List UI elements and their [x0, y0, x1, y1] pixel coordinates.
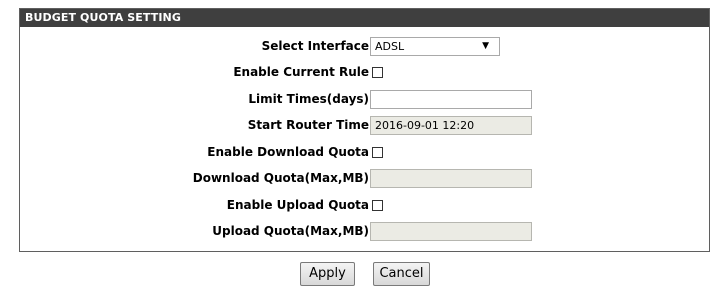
enable-download-quota-checkbox[interactable]	[372, 146, 383, 158]
panel-title: BUDGET QUOTA SETTING	[20, 9, 709, 27]
select-interface-label: Select Interface :	[261, 39, 378, 53]
interface-select-value: ADSL	[375, 39, 405, 53]
start-router-time-field: 2016-09-01 12:20	[370, 115, 532, 135]
download-quota-label: Download Quota(Max,MB) :	[192, 171, 378, 185]
interface-select[interactable]: ADSL ▼	[370, 36, 500, 56]
row-limit-times: Limit Times(days) :	[20, 86, 709, 112]
limit-times-input[interactable]	[370, 89, 532, 109]
row-enable-current-rule: Enable Current Rule :	[20, 59, 709, 85]
limit-times-label: Limit Times(days) :	[248, 92, 378, 106]
budget-quota-panel: BUDGET QUOTA SETTING Select Interface : …	[19, 8, 710, 252]
row-download-quota: Download Quota(Max,MB) :	[20, 165, 709, 191]
chevron-down-icon: ▼	[482, 40, 489, 51]
start-router-time-label: Start Router Time :	[247, 118, 378, 132]
enable-current-rule-label: Enable Current Rule :	[233, 65, 378, 79]
action-buttons: Apply Cancel	[0, 262, 721, 287]
enable-upload-quota-checkbox[interactable]	[372, 199, 383, 211]
row-upload-quota: Upload Quota(Max,MB) :	[20, 218, 709, 244]
row-select-interface: Select Interface : ADSL ▼	[20, 33, 709, 59]
enable-current-rule-checkbox[interactable]	[372, 66, 383, 78]
enable-download-quota-label: Enable Download Quota :	[207, 145, 378, 159]
cancel-button[interactable]: Cancel	[373, 262, 430, 286]
upload-quota-label: Upload Quota(Max,MB) :	[212, 224, 378, 238]
row-enable-upload-quota: Enable Upload Quota :	[20, 192, 709, 218]
row-enable-download-quota: Enable Download Quota :	[20, 139, 709, 165]
row-start-router-time: Start Router Time : 2016-09-01 12:20	[20, 112, 709, 138]
upload-quota-input[interactable]	[370, 221, 532, 241]
download-quota-input[interactable]	[370, 168, 532, 188]
apply-button[interactable]: Apply	[300, 262, 355, 286]
enable-upload-quota-label: Enable Upload Quota :	[226, 198, 378, 212]
